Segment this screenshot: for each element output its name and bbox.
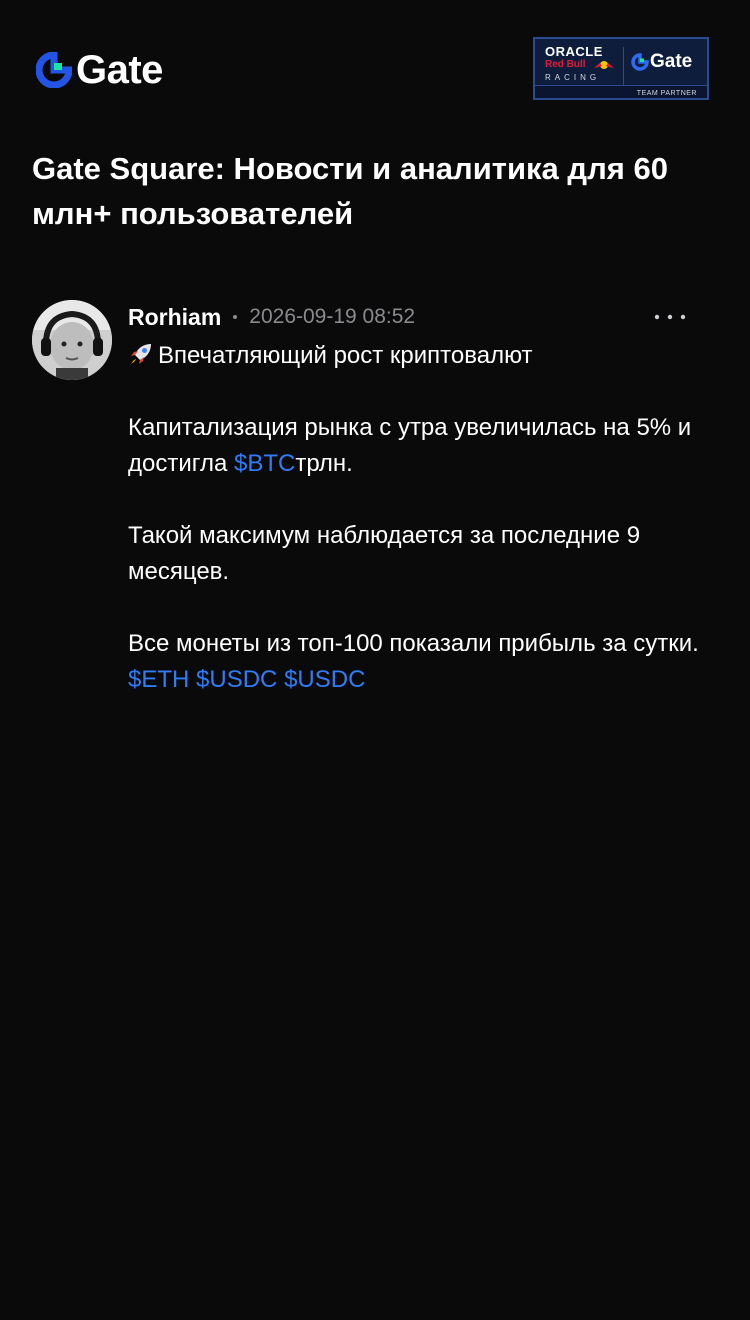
paragraph-3: Все монеты из топ-100 показали прибыль з…: [128, 630, 699, 657]
post-body: Впечатляющий рост криптовалют Капитализа…: [128, 338, 728, 698]
logo-text: Gate: [76, 48, 163, 92]
avatar[interactable]: [32, 300, 112, 380]
avatar-photo: [32, 300, 112, 380]
post-headline: Впечатляющий рост криптовалют: [128, 338, 728, 374]
paragraph-1-suffix: трлн.: [295, 450, 353, 477]
author-row: Rorhiam 2026-09-19 08:52: [128, 302, 415, 332]
racing-wordmark: RACING: [545, 73, 601, 82]
badge-divider: [623, 47, 624, 85]
gate-logo-icon: [36, 52, 72, 88]
ticker-link-usdc[interactable]: $USDC: [196, 666, 277, 693]
more-dots-icon: [654, 314, 686, 320]
header: Gate ORACLE Red Bull RACING Gate TEAM PA…: [0, 0, 750, 130]
gate-logo[interactable]: Gate: [36, 50, 163, 90]
page-title: Gate Square: Новости и аналитика для 60 …: [32, 151, 668, 231]
ticker-link-eth[interactable]: $ETH: [128, 666, 189, 693]
oracle-wordmark: ORACLE: [545, 44, 603, 59]
rocket-emoji-icon: [131, 344, 151, 364]
ticker-link-btc[interactable]: $BTC: [234, 450, 295, 477]
team-partner-badge: ORACLE Red Bull RACING Gate TEAM PARTNER: [533, 37, 709, 100]
paragraph-1: Капитализация рынка с утра увеличилась н…: [128, 410, 728, 482]
redbull-bull-icon: [594, 61, 614, 69]
ticker-list: $ETH $USDC $USDC: [128, 662, 728, 698]
gate-small-text: Gate: [650, 51, 693, 72]
gate-small-logo-icon: [631, 53, 649, 71]
post-timestamp: 2026-09-19 08:52: [249, 305, 416, 328]
ticker-link-usdc[interactable]: $USDC: [284, 666, 365, 693]
author-name[interactable]: Rorhiam: [128, 304, 221, 331]
headline-text: Впечатляющий рост криптовалют: [158, 342, 533, 369]
gate-small-logo: Gate: [631, 51, 693, 72]
team-partner-label: TEAM PARTNER: [636, 90, 697, 97]
separator-dot: [233, 315, 238, 319]
paragraph-1-text: Капитализация рынка с утра увеличилась н…: [128, 414, 692, 477]
paragraph-2: Такой максимум наблюдается за последние …: [128, 522, 641, 585]
more-options-button[interactable]: [646, 302, 694, 332]
redbull-wordmark: Red Bull: [545, 59, 586, 70]
